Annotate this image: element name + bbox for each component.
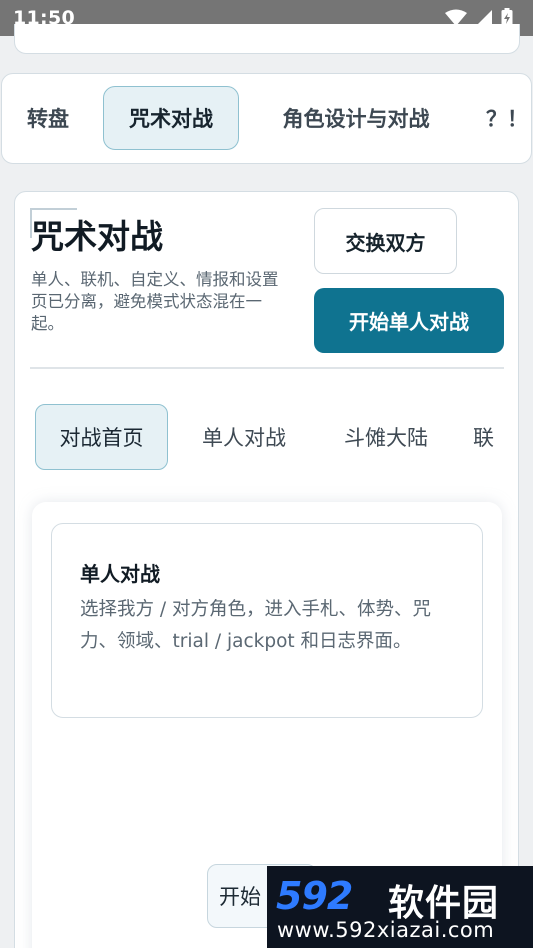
sub-tab-battle-home[interactable]: 对战首页 (35, 404, 168, 470)
module-tab-more[interactable]: ？！ (486, 86, 531, 150)
solo-battle-card[interactable]: 单人对战 选择我方 / 对方角色，进入手札、体势、咒力、领域、trial / j… (51, 523, 483, 718)
start-solo-battle-button[interactable]: 开始单人对战 (314, 288, 504, 353)
module-tab-jujutsu-battle[interactable]: 咒术对战 (103, 86, 239, 150)
swap-sides-button[interactable]: 交换双方 (314, 208, 457, 274)
battle-panel: 咒术对战 单人、联机、自定义、情报和设置页已分离，避免模式状态混在一起。 交换双… (14, 191, 519, 948)
card-title: 单人对战 (80, 562, 160, 586)
page-title: 咒术对战 (31, 217, 163, 256)
sub-tab-solo-battle[interactable]: 单人对战 (185, 404, 303, 470)
module-tab-character-design[interactable]: 角色设计与对战 (270, 86, 442, 150)
site-watermark: 592 软件园 www.592xiazai.com (267, 866, 533, 948)
sub-tab-online[interactable]: 联 (473, 404, 513, 470)
sub-tab-dounuo-continent[interactable]: 斗傩大陆 (327, 404, 445, 470)
previous-card (14, 24, 520, 54)
watermark-logo: 592 (276, 874, 353, 918)
watermark-url: www.592xiazai.com (277, 918, 495, 942)
module-nav: 转盘 咒术对战 角色设计与对战 ？！ (1, 73, 532, 164)
divider (30, 367, 504, 369)
card-description: 选择我方 / 对方角色，进入手札、体势、咒力、领域、trial / jackpo… (80, 599, 431, 652)
page-description: 单人、联机、自定义、情报和设置页已分离，避免模式状态混在一起。 (31, 270, 279, 333)
module-tab-wheel[interactable]: 转盘 (22, 86, 74, 150)
